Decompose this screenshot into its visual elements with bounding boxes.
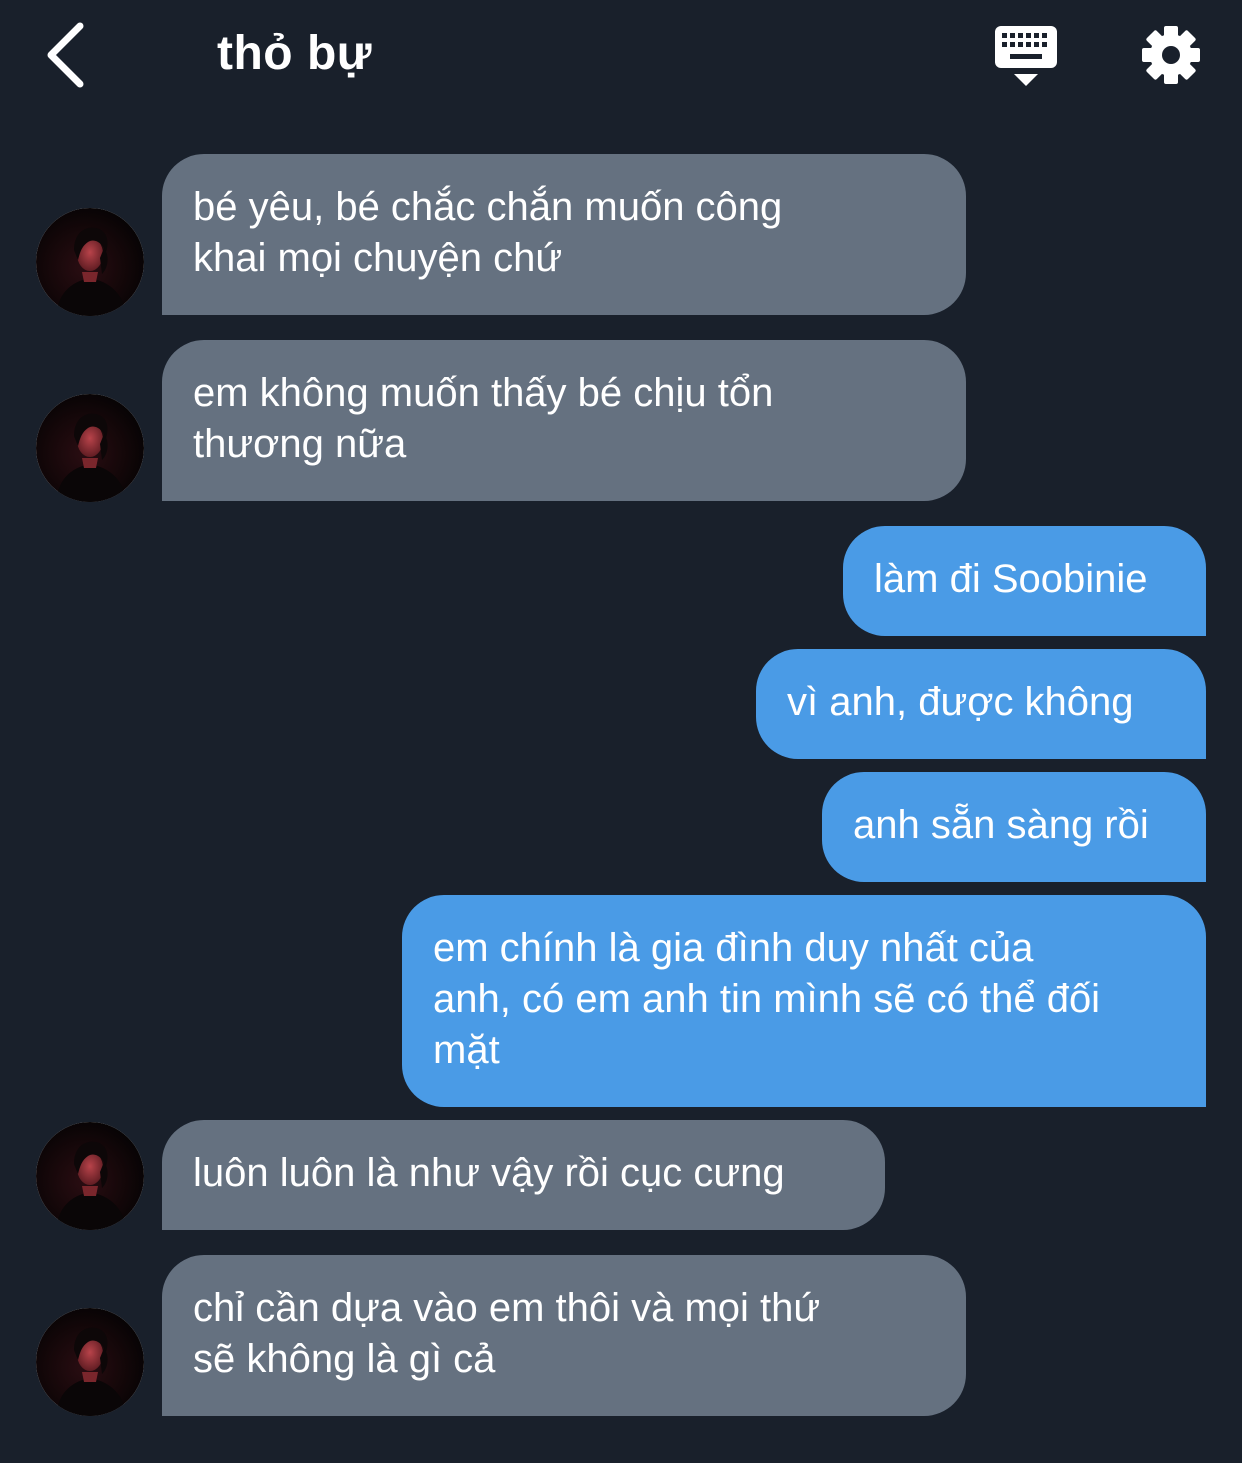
- message-bubble[interactable]: vì anh, được không: [756, 649, 1206, 759]
- back-button[interactable]: [40, 20, 100, 90]
- message-bubble[interactable]: em chính là gia đình duy nhất của anh, c…: [402, 895, 1206, 1107]
- contact-photo: [36, 394, 144, 502]
- message-row: em không muốn thấy bé chịu tổn thương nữ…: [0, 340, 1242, 502]
- keyboard-hide-icon: [995, 26, 1057, 86]
- message-bubble[interactable]: bé yêu, bé chắc chắn muốn công khai mọi …: [162, 154, 966, 315]
- chevron-left-icon: [47, 22, 84, 88]
- message-row: làm đi Soobinie: [0, 526, 1242, 636]
- message-row: vì anh, được không: [0, 649, 1242, 759]
- message-row: chỉ cần dựa vào em thôi và mọi thứ sẽ kh…: [0, 1255, 1242, 1416]
- message-bubble[interactable]: làm đi Soobinie: [843, 526, 1206, 636]
- message-bubble[interactable]: luôn luôn là như vậy rồi cục cưng: [162, 1120, 885, 1230]
- gear-icon: [1142, 26, 1200, 84]
- message-bubble[interactable]: anh sẵn sàng rồi: [822, 772, 1206, 882]
- avatar[interactable]: [36, 208, 144, 316]
- contact-photo: [36, 1308, 144, 1416]
- message-row: bé yêu, bé chắc chắn muốn công khai mọi …: [0, 154, 1242, 316]
- settings-button[interactable]: [1138, 22, 1204, 88]
- message-bubble[interactable]: em không muốn thấy bé chịu tổn thương nữ…: [162, 340, 966, 501]
- avatar[interactable]: [36, 1308, 144, 1416]
- message-row: anh sẵn sàng rồi: [0, 772, 1242, 882]
- contact-photo: [36, 208, 144, 316]
- contact-photo: [36, 1122, 144, 1230]
- message-bubble[interactable]: chỉ cần dựa vào em thôi và mọi thứ sẽ kh…: [162, 1255, 966, 1416]
- keyboard-button[interactable]: [992, 24, 1060, 90]
- avatar[interactable]: [36, 394, 144, 502]
- page-title: thỏ bự: [217, 27, 373, 80]
- chat-header: thỏ bự: [0, 0, 1242, 110]
- avatar[interactable]: [36, 1122, 144, 1230]
- message-row: luôn luôn là như vậy rồi cục cưng: [0, 1120, 1242, 1230]
- message-row: em chính là gia đình duy nhất của anh, c…: [0, 895, 1242, 1107]
